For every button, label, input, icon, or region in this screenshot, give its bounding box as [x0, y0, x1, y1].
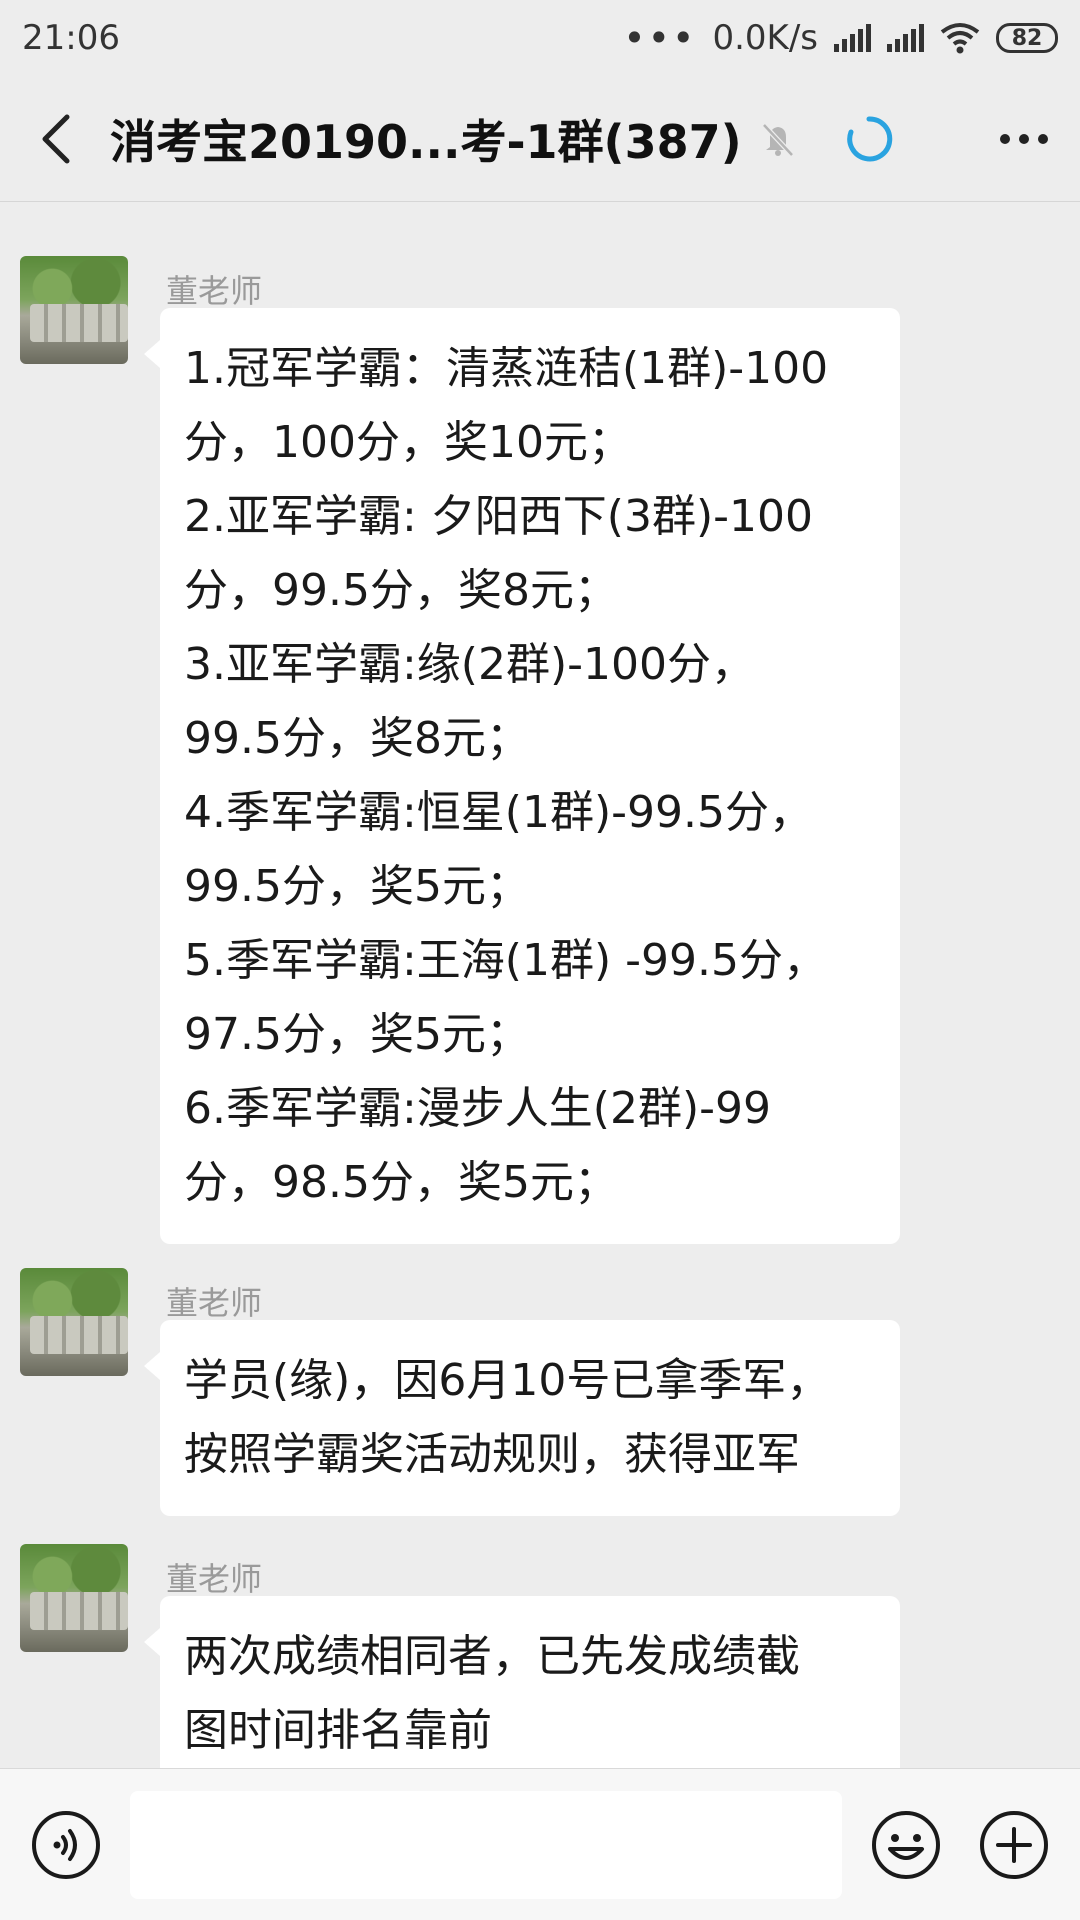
plus-icon[interactable]	[978, 1809, 1050, 1881]
sender-name: 董老师	[166, 1560, 263, 1598]
avatar[interactable]	[20, 256, 128, 364]
voice-icon[interactable]	[30, 1809, 102, 1881]
message-line: 分，100分，奖10元；	[184, 417, 632, 468]
loading-spinner-icon	[846, 115, 892, 161]
message-input[interactable]	[130, 1791, 842, 1899]
message-line: 学员(缘)，因6月10号已拿季军，	[184, 1355, 831, 1406]
network-speed: 0.0K/s	[712, 18, 818, 58]
message-line: 1.冠军学霸：清蒸涟秸(1群)-100	[184, 343, 829, 394]
message-line: 97.5分，奖5元；	[184, 1009, 530, 1060]
back-button[interactable]	[0, 76, 110, 202]
input-bar	[0, 1768, 1080, 1920]
message-line: 按照学霸奖活动规则，获得亚军	[184, 1429, 800, 1480]
avatar[interactable]	[20, 1544, 128, 1652]
message-line: 99.5分，奖5元；	[184, 861, 530, 912]
chevron-left-icon	[42, 114, 70, 163]
message-bubble[interactable]: 两次成绩相同者，已先发成绩截 图时间排名靠前	[144, 1596, 900, 1768]
more-button[interactable]	[998, 76, 1050, 202]
sender-name: 董老师	[166, 272, 263, 310]
more-horizontal-icon	[1000, 134, 1048, 144]
message-line: 99.5分，奖8元；	[184, 713, 530, 764]
battery-icon: 82	[996, 23, 1058, 53]
message-line: 2.亚军学霸: 夕阳西下(3群)-100	[184, 491, 813, 542]
signal-icon	[834, 24, 871, 52]
emoji-icon[interactable]	[870, 1809, 942, 1881]
message-line: 3.亚军学霸:缘(2群)-100分，	[184, 639, 755, 690]
bell-off-icon	[761, 122, 794, 157]
message-line: 分，98.5分，奖5元；	[184, 1157, 618, 1208]
status-bar: 21:06 ••• 0.0K/s 82	[0, 0, 1080, 76]
message-line: 分，99.5分，奖8元；	[184, 565, 618, 616]
sender-name: 董老师	[166, 1284, 263, 1322]
message-line: 图时间排名靠前	[184, 1705, 492, 1756]
avatar[interactable]	[20, 1268, 128, 1376]
message-bubble[interactable]: 1.冠军学霸：清蒸涟秸(1群)-100 分，100分，奖10元； 2.亚军学霸:…	[144, 308, 900, 1244]
chat-screen: 21:06 ••• 0.0K/s 82 消考宝20190...考-1群(387)	[0, 0, 1080, 1920]
wifi-icon	[940, 23, 980, 54]
more-dots-indicator: •••	[623, 16, 697, 60]
message-line: 5.季军学霸:王海(1群) -99.5分，	[184, 935, 827, 986]
chat-title[interactable]: 消考宝20190...考-1群(387)	[110, 106, 742, 172]
message-line: 4.季军学霸:恒星(1群)-99.5分，	[184, 787, 813, 838]
status-indicators: ••• 0.0K/s 82	[623, 16, 1058, 60]
message-list[interactable]: 董老师 1.冠军学霸：清蒸涟秸(1群)-100 分，100分，奖10元； 2.亚…	[0, 203, 1080, 1768]
status-time: 21:06	[22, 18, 120, 58]
chat-header: 消考宝20190...考-1群(387)	[0, 76, 1080, 202]
message-line: 6.季军学霸:漫步人生(2群)-99	[184, 1083, 771, 1134]
message-bubble[interactable]: 学员(缘)，因6月10号已拿季军， 按照学霸奖活动规则，获得亚军	[144, 1320, 900, 1516]
signal-icon-2	[887, 24, 924, 52]
message-line: 两次成绩相同者，已先发成绩截	[184, 1631, 800, 1682]
